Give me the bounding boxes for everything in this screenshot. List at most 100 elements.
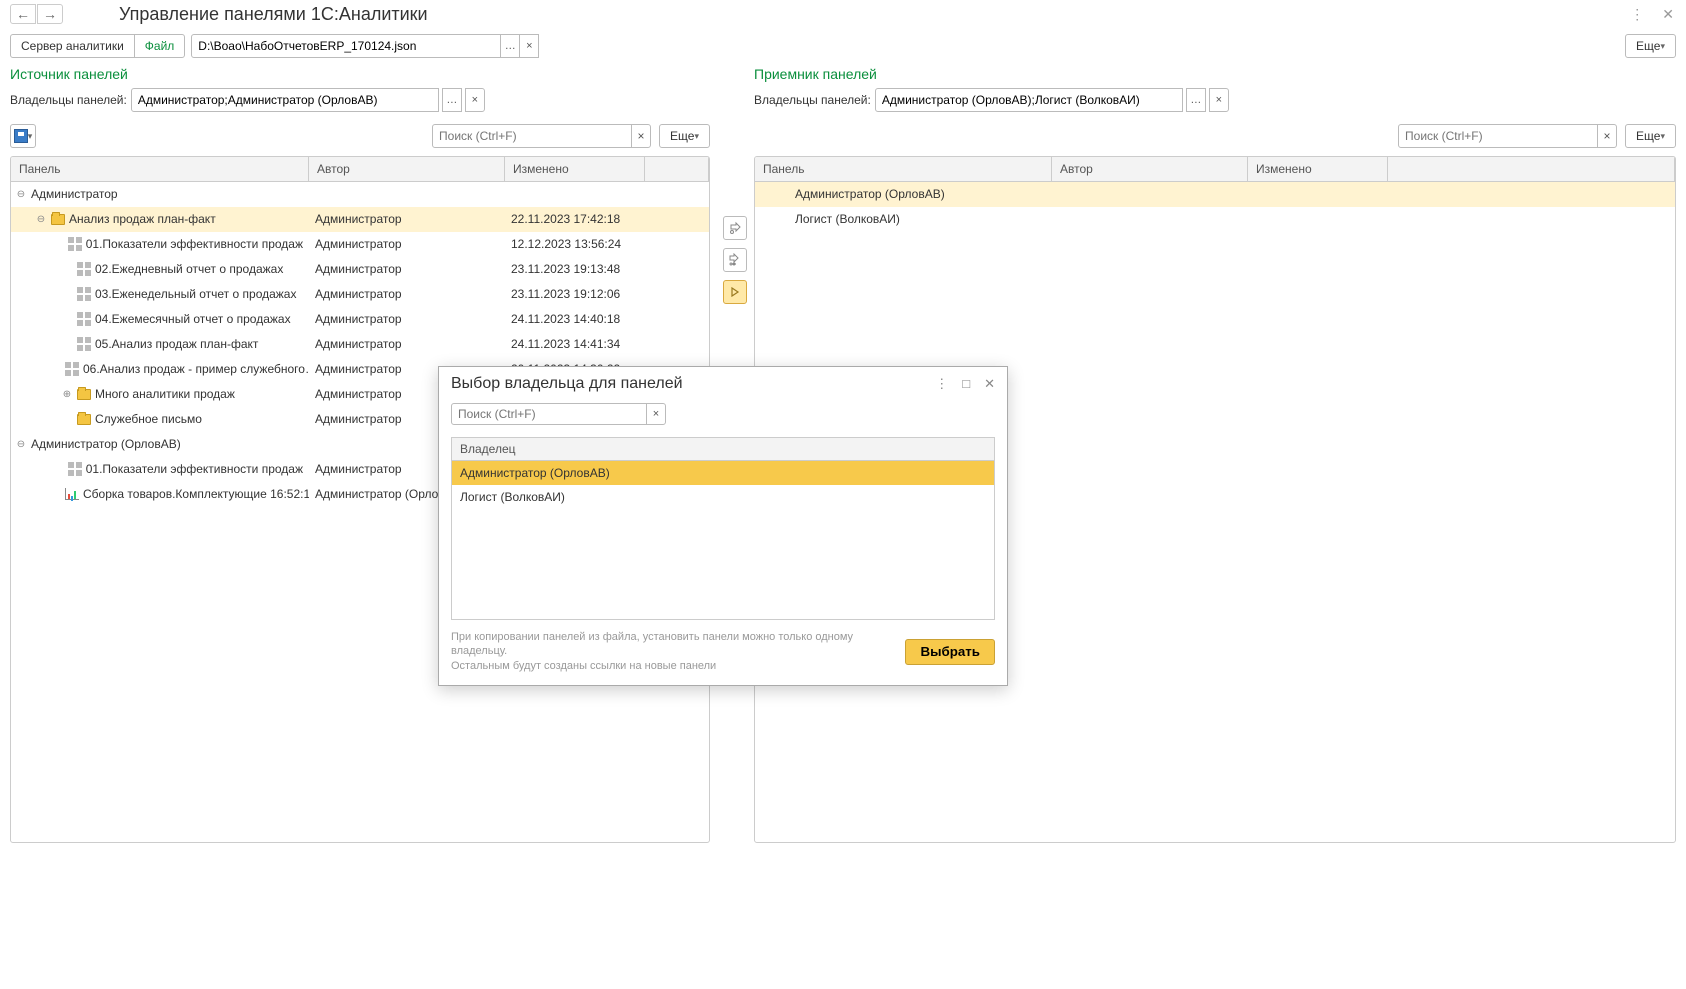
- row-name: Сборка товаров.Комплектующие 16:52:15 -…: [83, 487, 309, 501]
- col-author[interactable]: Автор: [309, 157, 505, 181]
- dashboard-icon: [77, 262, 91, 276]
- folder-icon: [77, 414, 91, 425]
- row-name: Логист (ВолковАИ): [795, 212, 900, 226]
- transfer-button[interactable]: [723, 280, 747, 304]
- target-owners-clear-button[interactable]: ×: [1209, 88, 1229, 112]
- source-owners-label: Владельцы панелей:: [10, 93, 127, 107]
- row-author: Администратор: [309, 237, 505, 251]
- list-item[interactable]: Администратор (ОрловАВ): [452, 461, 994, 485]
- expander-icon[interactable]: ⊖: [15, 189, 27, 200]
- page-title: Управление панелями 1С:Аналитики: [119, 4, 428, 25]
- save-icon: [14, 129, 28, 143]
- dashboard-icon: [77, 337, 91, 351]
- target-section-title: Приемник панелей: [750, 64, 1686, 86]
- row-author: Администратор: [309, 287, 505, 301]
- target-search-clear-button[interactable]: ×: [1597, 124, 1617, 148]
- path-clear-button[interactable]: ×: [519, 34, 539, 58]
- folder-icon: [77, 389, 91, 400]
- row-name: Администратор: [31, 187, 118, 201]
- folder-icon: [51, 214, 65, 225]
- table-row[interactable]: 01.Показатели эффективности продаж Админи…: [11, 232, 709, 257]
- main-toolbar: Сервер аналитики Файл … × Еще: [0, 28, 1686, 64]
- target-owners-input[interactable]: [875, 88, 1183, 112]
- file-path-input[interactable]: [191, 34, 501, 58]
- file-tab-button[interactable]: Файл: [134, 34, 186, 58]
- row-name: 01.Показатели эффективности продаж: [86, 462, 303, 476]
- table-row[interactable]: Логист (ВолковАИ): [755, 207, 1675, 232]
- col-modified[interactable]: Изменено: [1248, 157, 1388, 181]
- table-row[interactable]: ⊖Анализ продаж план-фактАдминистратор22.…: [11, 207, 709, 232]
- modal-title: Выбор владельца для панелей: [451, 375, 935, 393]
- row-name: 01.Показатели эффективности продаж: [86, 237, 303, 251]
- row-author: Администратор: [309, 312, 505, 326]
- copy-one-button[interactable]: [723, 216, 747, 240]
- modal-maximize-icon[interactable]: □: [962, 376, 970, 392]
- nav-back-button[interactable]: ←: [10, 4, 36, 24]
- row-name: 04.Ежемесячный отчет о продажах: [95, 312, 291, 326]
- table-row[interactable]: 05.Анализ продаж план-факт Администратор2…: [11, 332, 709, 357]
- col-panel[interactable]: Панель: [11, 157, 309, 181]
- source-owners-clear-button[interactable]: ×: [465, 88, 485, 112]
- row-modified: 12.12.2023 13:56:24: [505, 237, 645, 251]
- modal-kebab-icon[interactable]: ⋮: [935, 376, 948, 392]
- path-browse-button[interactable]: …: [500, 34, 520, 58]
- dashboard-icon: [68, 462, 82, 476]
- list-item[interactable]: Логист (ВолковАИ): [452, 485, 994, 509]
- row-modified: 24.11.2023 14:41:34: [505, 337, 645, 351]
- modal-close-icon[interactable]: ✕: [984, 376, 995, 392]
- col-spacer: [1388, 157, 1675, 181]
- row-name: 06.Анализ продаж - пример служебного…: [83, 362, 309, 376]
- col-panel[interactable]: Панель: [755, 157, 1052, 181]
- row-name: 05.Анализ продаж план-факт: [95, 337, 258, 351]
- table-row[interactable]: 03.Еженедельный отчет о продажах Админист…: [11, 282, 709, 307]
- row-author: Администратор: [309, 212, 505, 226]
- row-modified: 24.11.2023 14:40:18: [505, 312, 645, 326]
- modal-col-owner[interactable]: Владелец: [452, 438, 994, 461]
- target-search-input[interactable]: [1398, 124, 1598, 148]
- target-table-header: Панель Автор Изменено: [755, 157, 1675, 182]
- target-more-button[interactable]: Еще: [1625, 124, 1676, 148]
- source-owners-input[interactable]: [131, 88, 439, 112]
- dashboard-icon: [77, 287, 91, 301]
- select-button[interactable]: Выбрать: [905, 639, 995, 665]
- row-modified: 22.11.2023 17:42:18: [505, 212, 645, 226]
- table-row[interactable]: 04.Ежемесячный отчет о продажах Администр…: [11, 307, 709, 332]
- chart-icon: [65, 488, 79, 500]
- kebab-menu-icon[interactable]: ⋮: [1630, 6, 1644, 23]
- close-icon[interactable]: ✕: [1662, 6, 1674, 23]
- copy-all-button[interactable]: [723, 248, 747, 272]
- col-spacer: [645, 157, 709, 181]
- expander-icon[interactable]: ⊖: [15, 439, 27, 450]
- row-modified: 23.11.2023 19:13:48: [505, 262, 645, 276]
- expander-icon[interactable]: ⊖: [35, 214, 47, 225]
- more-button[interactable]: Еще: [1625, 34, 1676, 58]
- save-dropdown-button[interactable]: [10, 124, 36, 148]
- row-author: Администратор: [309, 262, 505, 276]
- source-search-clear-button[interactable]: ×: [631, 124, 651, 148]
- row-name: Много аналитики продаж: [95, 387, 235, 401]
- table-row[interactable]: 02.Ежедневный отчет о продажах Администра…: [11, 257, 709, 282]
- col-modified[interactable]: Изменено: [505, 157, 645, 181]
- source-more-button[interactable]: Еще: [659, 124, 710, 148]
- row-name: 03.Еженедельный отчет о продажах: [95, 287, 296, 301]
- source-section-title: Источник панелей: [0, 64, 720, 86]
- table-row[interactable]: ⊖ Администратор: [11, 182, 709, 207]
- row-name: 02.Ежедневный отчет о продажах: [95, 262, 283, 276]
- dashboard-icon: [65, 362, 79, 376]
- dashboard-icon: [68, 237, 82, 251]
- row-author: Администратор: [309, 337, 505, 351]
- target-owners-browse-button[interactable]: …: [1186, 88, 1206, 112]
- col-author[interactable]: Автор: [1052, 157, 1248, 181]
- server-tab-button[interactable]: Сервер аналитики: [10, 34, 135, 58]
- table-row[interactable]: Администратор (ОрловАВ): [755, 182, 1675, 207]
- dashboard-icon: [77, 312, 91, 326]
- source-owners-browse-button[interactable]: …: [442, 88, 462, 112]
- expander-icon[interactable]: ⊕: [61, 389, 73, 400]
- row-name: Администратор (ОрловАВ): [795, 187, 945, 201]
- row-modified: 23.11.2023 19:12:06: [505, 287, 645, 301]
- modal-search-input[interactable]: [451, 403, 647, 425]
- nav-forward-button[interactable]: →: [37, 4, 63, 24]
- target-owners-label: Владельцы панелей:: [754, 93, 871, 107]
- modal-search-clear-button[interactable]: ×: [646, 403, 666, 425]
- source-search-input[interactable]: [432, 124, 632, 148]
